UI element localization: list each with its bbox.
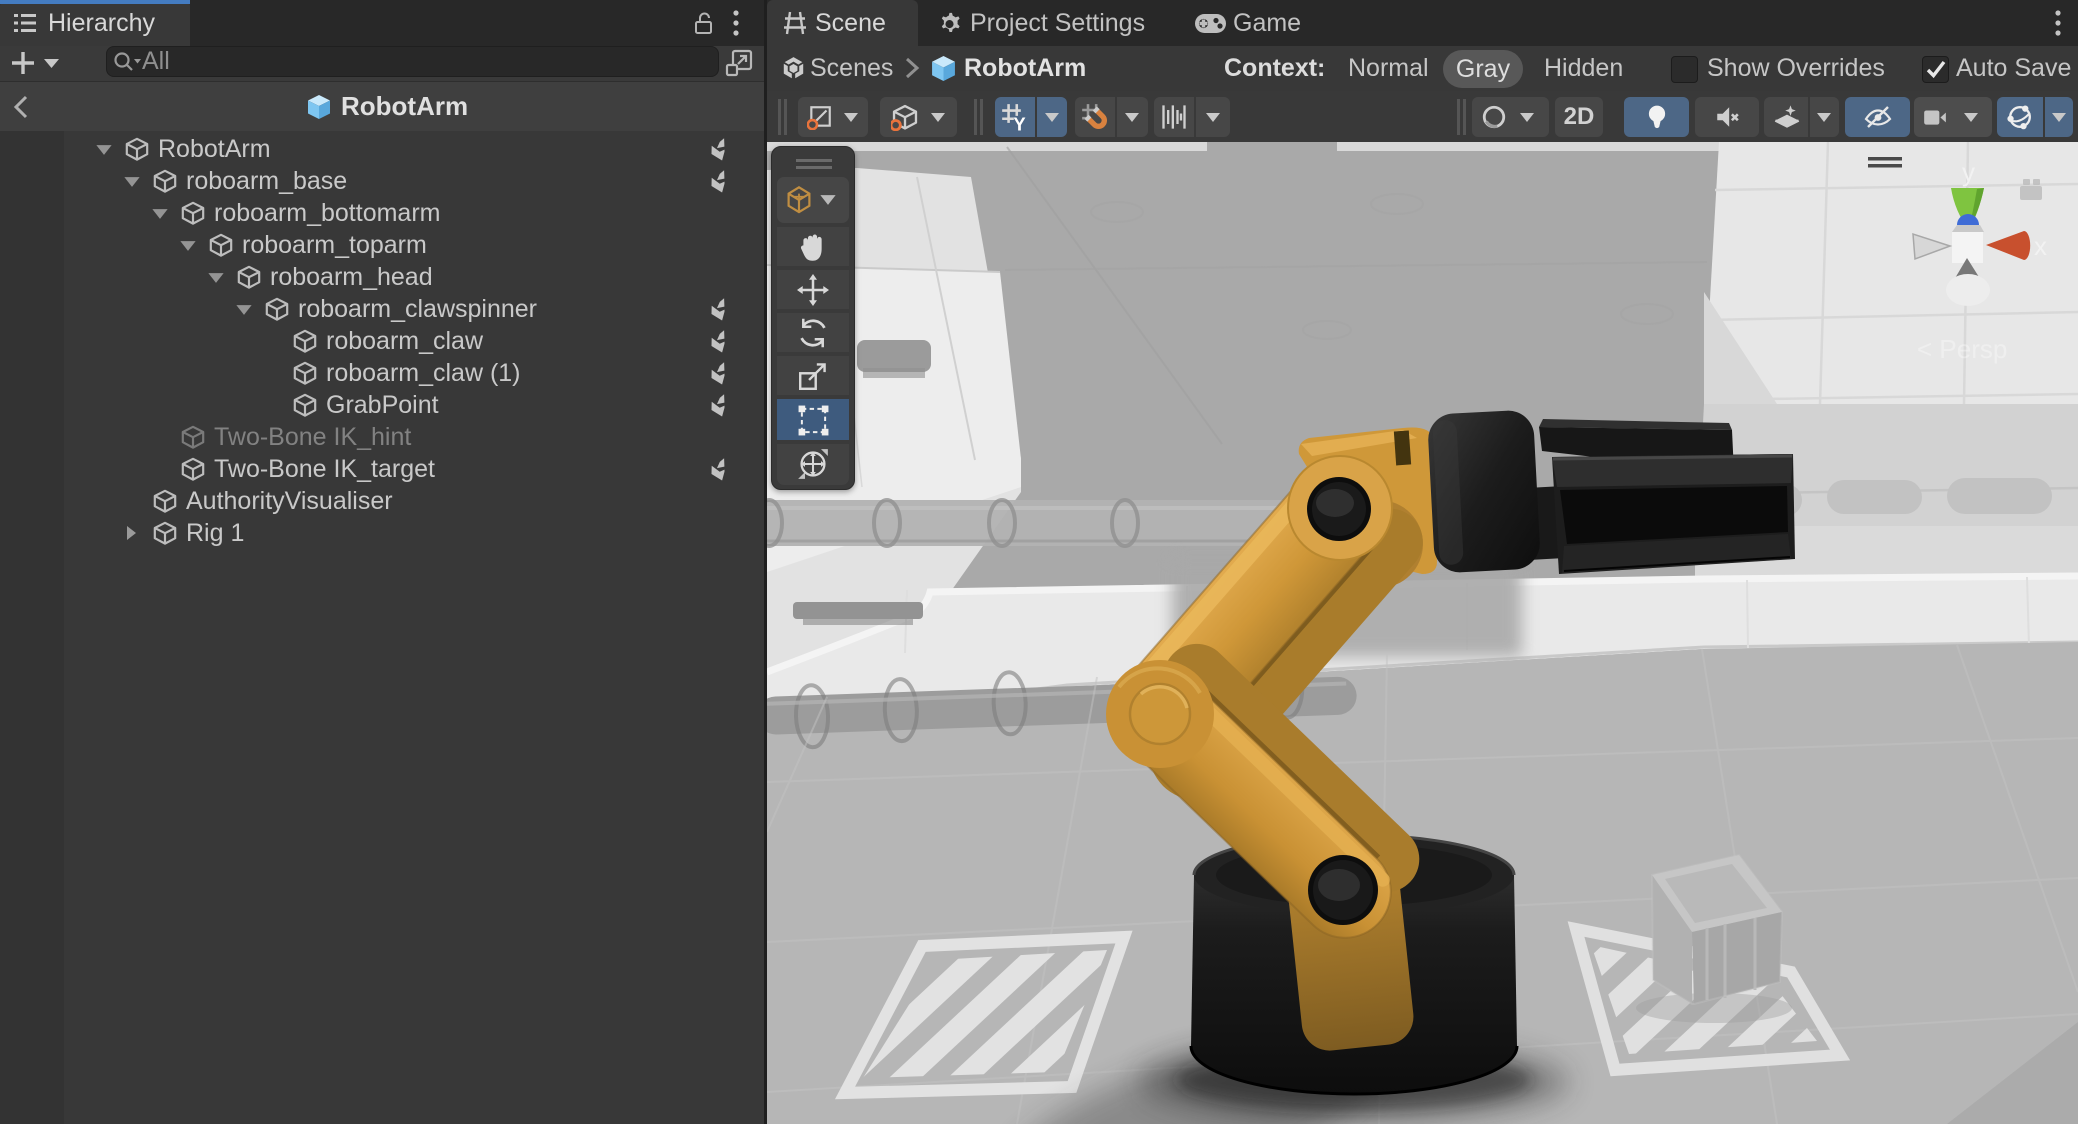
- svg-text:Y: Y: [1013, 113, 1026, 131]
- svg-text:y: y: [1962, 157, 1975, 187]
- svg-text:x: x: [2034, 231, 2047, 261]
- svg-text:< Persp: < Persp: [1917, 334, 2007, 364]
